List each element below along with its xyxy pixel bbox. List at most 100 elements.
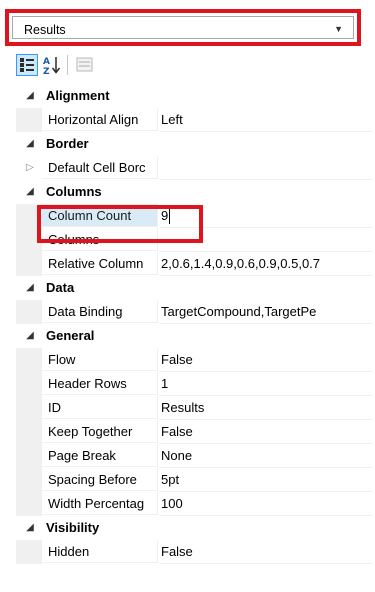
property-value-text: False: [161, 424, 193, 439]
property-value-text: 5pt: [161, 472, 180, 487]
property-value[interactable]: None: [159, 444, 372, 468]
row-margin: [16, 108, 42, 132]
object-selector-value: Results: [24, 23, 66, 37]
alphabetical-sort-button[interactable]: A Z: [41, 54, 63, 77]
category-label: Data: [46, 280, 75, 295]
property-name[interactable]: Keep Together: [42, 420, 158, 443]
property-name[interactable]: Column Count: [42, 204, 158, 227]
property-row[interactable]: Spacing Before 5pt: [16, 468, 372, 492]
property-value-text: 2,0.6,1.4,0.9,0.6,0.9,0.5,0.7: [161, 256, 321, 271]
property-value-text: Results: [161, 400, 205, 415]
property-value-text: False: [161, 352, 193, 367]
dropdown-arrow-icon[interactable]: ▼: [334, 24, 343, 34]
property-row[interactable]: Hidden False: [16, 540, 372, 564]
property-value[interactable]: TargetCompound,TargetPe: [159, 300, 372, 324]
svg-text:A: A: [43, 57, 50, 67]
collapse-triangle-icon[interactable]: ◢: [24, 132, 36, 156]
collapse-triangle-icon[interactable]: ◢: [24, 276, 36, 300]
property-row[interactable]: Page Break None: [16, 444, 372, 468]
property-name[interactable]: Page Break: [42, 444, 158, 467]
property-value-text: 100: [161, 496, 183, 511]
property-value[interactable]: 100: [159, 492, 372, 516]
property-row[interactable]: Width Percentag 100: [16, 492, 372, 516]
property-grid: ◢ Alignment Horizontal Align Left ◢ Border ▷ De…: [16, 84, 372, 592]
object-selector-highlight-box: Results ▼: [5, 9, 361, 46]
collapse-triangle-icon[interactable]: ◢: [24, 516, 36, 540]
property-row[interactable]: Columns: [16, 228, 372, 252]
property-value-editor[interactable]: 9: [159, 204, 372, 228]
category-label: Border: [46, 136, 89, 151]
property-name[interactable]: Data Binding: [42, 300, 158, 323]
property-name[interactable]: Columns: [42, 228, 158, 251]
property-value[interactable]: False: [159, 348, 372, 372]
category-label: General: [46, 328, 95, 343]
property-row[interactable]: Data Binding TargetCompound,TargetPe: [16, 300, 372, 324]
property-pages-button[interactable]: [74, 54, 96, 76]
property-row[interactable]: Flow False: [16, 348, 372, 372]
row-margin: [16, 252, 42, 276]
category-row-general[interactable]: ◢ General: [16, 324, 372, 348]
property-name[interactable]: ID: [42, 396, 158, 419]
row-margin: [16, 348, 42, 372]
row-margin: [16, 228, 42, 252]
property-row[interactable]: ID Results: [16, 396, 372, 420]
category-row-border[interactable]: ◢ Border: [16, 132, 372, 156]
property-value[interactable]: 5pt: [159, 468, 372, 492]
text-caret: [169, 209, 171, 225]
property-value[interactable]: Left: [159, 108, 372, 132]
sort-alphabetical-icon: A Z: [43, 57, 61, 77]
property-row[interactable]: Relative Column 2,0.6,1.4,0.9,0.6,0.9,0.5…: [16, 252, 372, 276]
row-margin: [16, 444, 42, 468]
row-margin: [16, 492, 42, 516]
property-value-text: 9: [161, 208, 169, 223]
category-label: Alignment: [46, 88, 110, 103]
expand-triangle-icon[interactable]: ▷: [24, 156, 36, 180]
category-row-visibility[interactable]: ◢ Visibility: [16, 516, 372, 540]
property-row[interactable]: Horizontal Align Left: [16, 108, 372, 132]
property-name[interactable]: Default Cell Borc: [42, 156, 158, 179]
property-row[interactable]: ▷ Default Cell Borc: [16, 156, 372, 180]
property-value[interactable]: [159, 228, 372, 252]
object-selector-dropdown[interactable]: Results ▼: [12, 16, 354, 39]
property-name[interactable]: Width Percentag: [42, 492, 158, 515]
property-row[interactable]: Keep Together False: [16, 420, 372, 444]
property-value[interactable]: [159, 156, 372, 180]
row-margin: [16, 204, 42, 228]
property-row[interactable]: Header Rows 1: [16, 372, 372, 396]
property-value[interactable]: False: [159, 420, 372, 444]
collapse-triangle-icon[interactable]: ◢: [24, 180, 36, 204]
property-value-text: 1: [161, 376, 169, 391]
collapse-triangle-icon[interactable]: ◢: [24, 84, 36, 108]
property-value[interactable]: False: [159, 540, 372, 564]
property-name[interactable]: Flow: [42, 348, 158, 371]
category-row-data[interactable]: ◢ Data: [16, 276, 372, 300]
row-margin: [16, 396, 42, 420]
property-pages-icon: [76, 57, 93, 72]
row-margin: [16, 468, 42, 492]
property-value[interactable]: 2,0.6,1.4,0.9,0.6,0.9,0.5,0.7: [159, 252, 372, 276]
category-row-columns[interactable]: ◢ Columns: [16, 180, 372, 204]
property-name[interactable]: Relative Column: [42, 252, 158, 275]
property-value-text: None: [161, 448, 193, 463]
property-name[interactable]: Horizontal Align: [42, 108, 158, 131]
property-name[interactable]: Spacing Before: [42, 468, 158, 491]
category-label: Visibility: [46, 520, 100, 535]
categorized-view-icon: [20, 58, 34, 72]
property-value[interactable]: Results: [159, 396, 372, 420]
categorized-view-button[interactable]: [16, 54, 38, 76]
property-value-text: Left: [161, 112, 183, 127]
property-name[interactable]: Hidden: [42, 540, 158, 563]
row-margin: [16, 300, 42, 324]
toolbar-separator: [67, 55, 68, 75]
property-value[interactable]: 1: [159, 372, 372, 396]
category-label: Columns: [46, 184, 102, 199]
property-row[interactable]: Column Count 9: [16, 204, 372, 228]
row-margin: [16, 420, 42, 444]
category-row-alignment[interactable]: ◢ Alignment: [16, 84, 372, 108]
property-value-text: TargetCompound,TargetPe: [161, 304, 317, 319]
property-name[interactable]: Header Rows: [42, 372, 158, 395]
collapse-triangle-icon[interactable]: ◢: [24, 324, 36, 348]
row-margin: [16, 540, 42, 564]
property-value-text: False: [161, 544, 193, 559]
svg-text:Z: Z: [43, 67, 50, 76]
